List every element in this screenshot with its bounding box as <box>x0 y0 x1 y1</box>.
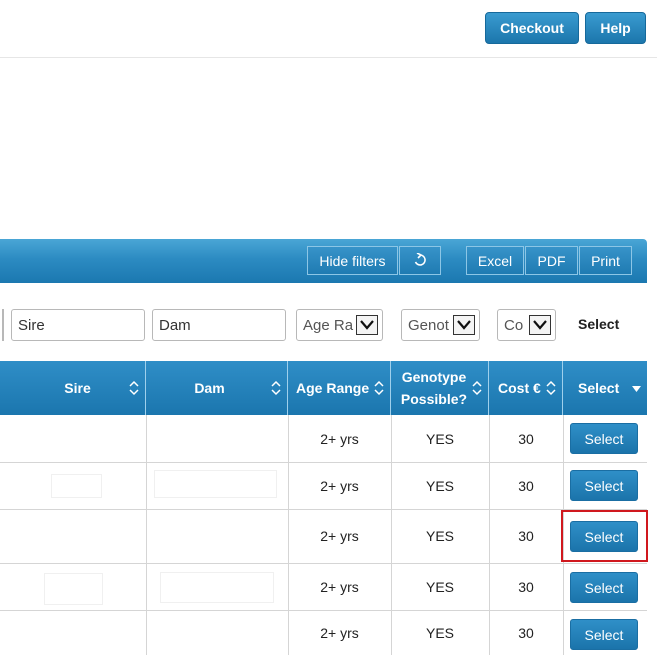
genotype-cell: YES <box>425 477 454 494</box>
column-header-sire[interactable]: Sire <box>0 361 146 415</box>
checkout-button[interactable]: Checkout <box>485 12 579 44</box>
column-header-label: Cost € <box>498 380 541 396</box>
cost-cell: 30 <box>518 430 534 447</box>
select-filter-label: Select <box>578 316 620 332</box>
cost-filter-select[interactable]: Co <box>497 309 556 341</box>
cost-cell: 30 <box>518 528 534 544</box>
column-header-label: Sire <box>64 380 91 396</box>
print-button[interactable]: Print <box>579 246 632 275</box>
sort-icon <box>129 380 139 396</box>
sort-icon <box>374 380 384 396</box>
column-header-label: Select <box>578 380 620 396</box>
refresh-icon <box>414 252 426 266</box>
column-header-cost[interactable]: Cost € <box>489 361 563 415</box>
column-header-select[interactable]: Select <box>563 361 647 415</box>
select-row-button[interactable]: Select <box>570 521 638 552</box>
hide-filters-button[interactable]: Hide filters <box>307 246 398 275</box>
genotype-cell: YES <box>425 578 454 595</box>
cost-cell: 30 <box>518 624 534 641</box>
sort-icon <box>472 380 482 396</box>
cost-filter-value: Co <box>504 316 524 334</box>
age-range-cell: 2+ yrs <box>320 477 359 494</box>
age-range-cell: 2+ yrs <box>320 624 359 641</box>
sort-icon <box>271 380 281 396</box>
dam-filter-value: Dam <box>159 316 191 334</box>
sort-icon <box>546 380 556 396</box>
genotype-cell: YES <box>425 528 454 544</box>
column-header-label: Genotype Possible? <box>400 369 468 407</box>
redacted-sire-cell <box>52 475 101 497</box>
genotype-cell: YES <box>425 430 454 447</box>
column-header-label: Age Range <box>296 380 370 396</box>
sire-filter-value: Sire <box>18 316 45 334</box>
column-header-dam[interactable]: Dam <box>146 361 288 415</box>
select-row-button[interactable]: Select <box>570 423 638 454</box>
age-range-cell: 2+ yrs <box>320 528 359 544</box>
caret-down-icon <box>632 386 641 392</box>
column-divider <box>563 415 564 655</box>
column-header-age-range[interactable]: Age Range <box>288 361 391 415</box>
age-range-cell: 2+ yrs <box>320 578 359 595</box>
genotype-filter-select[interactable]: Genot <box>401 309 480 341</box>
export-excel-button[interactable]: Excel <box>466 246 524 275</box>
column-header-label: Dam <box>194 380 225 396</box>
sire-filter-input[interactable]: Sire <box>11 309 145 341</box>
chevron-down-icon <box>453 315 475 335</box>
redacted-sire-cell <box>45 574 102 604</box>
redacted-dam-cell <box>161 573 273 602</box>
help-button[interactable]: Help <box>585 12 646 44</box>
column-header-genotype[interactable]: Genotype Possible? <box>391 361 489 415</box>
refresh-button[interactable] <box>399 246 441 275</box>
genotype-filter-value: Genot <box>408 316 449 334</box>
genotype-cell: YES <box>425 624 454 641</box>
age-range-filter-select[interactable]: Age Ra <box>296 309 383 341</box>
export-pdf-button[interactable]: PDF <box>525 246 578 275</box>
select-row-button[interactable]: Select <box>570 619 638 650</box>
chevron-down-icon <box>356 315 378 335</box>
column-divider <box>146 415 147 655</box>
cost-cell: 30 <box>518 477 534 494</box>
dam-filter-input[interactable]: Dam <box>152 309 286 341</box>
age-range-filter-value: Age Ra <box>303 316 354 334</box>
filter-edge <box>2 309 4 341</box>
age-range-cell: 2+ yrs <box>320 430 359 447</box>
header-divider <box>0 57 657 58</box>
select-row-button[interactable]: Select <box>570 470 638 501</box>
cost-cell: 30 <box>518 578 534 595</box>
chevron-down-icon <box>529 315 551 335</box>
select-row-button[interactable]: Select <box>570 572 638 603</box>
redacted-dam-cell <box>155 471 276 497</box>
